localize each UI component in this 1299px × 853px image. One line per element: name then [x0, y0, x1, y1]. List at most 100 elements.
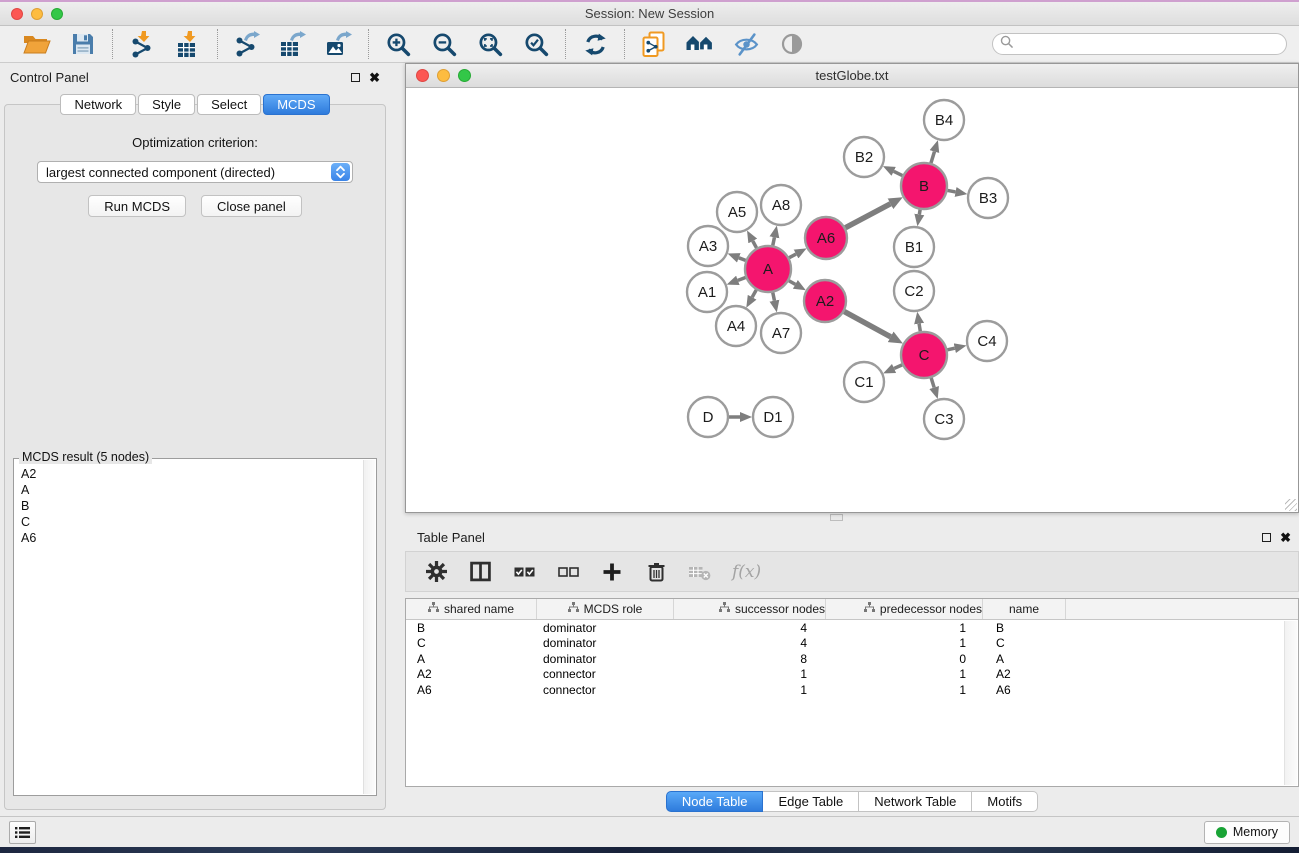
- import-table-icon[interactable]: [173, 29, 203, 59]
- graph-node-A4[interactable]: A4: [716, 306, 756, 346]
- table-cell[interactable]: B: [983, 621, 1066, 635]
- tab-network-table[interactable]: Network Table: [859, 791, 972, 812]
- graph-edge-A-A5[interactable]: [753, 241, 757, 248]
- table-cell[interactable]: B: [406, 621, 537, 635]
- clone-network-icon[interactable]: [639, 29, 669, 59]
- tab-node-table[interactable]: Node Table: [666, 791, 764, 812]
- close-network-window-button[interactable]: [416, 69, 429, 82]
- graph-edge-A-A6[interactable]: [789, 254, 796, 258]
- table-cell[interactable]: 4: [674, 636, 826, 650]
- table-cell[interactable]: A6: [406, 683, 537, 697]
- graph-edge-B-B2[interactable]: [894, 171, 903, 175]
- graph-edge-A-A1[interactable]: [738, 277, 746, 280]
- result-scrollbar[interactable]: [363, 460, 375, 794]
- hide-selected-icon[interactable]: [731, 29, 761, 59]
- close-table-panel-icon[interactable]: ✖: [1280, 533, 1291, 542]
- tab-select[interactable]: Select: [197, 94, 261, 115]
- table-cell[interactable]: 0: [826, 652, 983, 666]
- graph-node-C1[interactable]: C1: [844, 362, 884, 402]
- table-cell[interactable]: A: [983, 652, 1066, 666]
- run-mcds-button[interactable]: Run MCDS: [88, 195, 186, 217]
- column-header-name[interactable]: name: [983, 599, 1066, 619]
- graph-node-A7[interactable]: A7: [761, 313, 801, 353]
- graph-edge-C-C3[interactable]: [931, 378, 934, 388]
- delete-row-icon[interactable]: [644, 560, 668, 584]
- search-box[interactable]: [992, 33, 1287, 55]
- table-cell[interactable]: dominator: [537, 652, 674, 666]
- column-header-predecessor-nodes[interactable]: predecessor nodes: [826, 599, 983, 619]
- table-cell[interactable]: C: [983, 636, 1066, 650]
- float-panel-icon[interactable]: [351, 73, 360, 82]
- graph-node-D[interactable]: D: [688, 397, 728, 437]
- graph-node-C4[interactable]: C4: [967, 321, 1007, 361]
- graph-edge-C-C4[interactable]: [947, 348, 954, 350]
- close-panel-button[interactable]: Close panel: [201, 195, 302, 217]
- graph-edge-B-B3[interactable]: [948, 190, 956, 191]
- window-resize-grip[interactable]: [1285, 499, 1297, 511]
- graph-node-A[interactable]: A: [745, 246, 791, 292]
- zoom-selected-icon[interactable]: [521, 29, 551, 59]
- table-cell[interactable]: 1: [674, 667, 826, 681]
- graph-node-B1[interactable]: B1: [894, 227, 934, 267]
- table-row[interactable]: A2connector11A2: [406, 667, 1298, 683]
- split-grip-horizontal[interactable]: [830, 514, 843, 521]
- graph-node-B2[interactable]: B2: [844, 137, 884, 177]
- close-window-button[interactable]: [11, 8, 23, 20]
- column-header-successor-nodes[interactable]: successor nodes: [674, 599, 826, 619]
- graph-edge-B-B1[interactable]: [919, 210, 920, 215]
- zoom-in-icon[interactable]: [383, 29, 413, 59]
- result-item[interactable]: B: [21, 498, 357, 514]
- minimize-network-window-button[interactable]: [437, 69, 450, 82]
- float-table-panel-icon[interactable]: [1262, 533, 1271, 542]
- table-cell[interactable]: 1: [674, 683, 826, 697]
- table-cell[interactable]: 4: [674, 621, 826, 635]
- graph-node-B[interactable]: B: [901, 163, 947, 209]
- tab-network[interactable]: Network: [60, 94, 136, 115]
- network-canvas[interactable]: AA1A2A3A4A5A6A7A8BB1B2B3B4CC1C2C3C4DD1: [406, 88, 1298, 512]
- graph-node-A8[interactable]: A8: [761, 185, 801, 225]
- graph-edge-A2-C[interactable]: [844, 312, 890, 337]
- graph-edge-A-A8[interactable]: [773, 237, 775, 245]
- table-cell[interactable]: dominator: [537, 636, 674, 650]
- graph-node-D1[interactable]: D1: [753, 397, 793, 437]
- graph-node-B4[interactable]: B4: [924, 100, 964, 140]
- minimize-window-button[interactable]: [31, 8, 43, 20]
- result-item[interactable]: A6: [21, 530, 357, 546]
- graph-edge-A-A4[interactable]: [752, 290, 756, 297]
- graph-node-A2[interactable]: A2: [804, 280, 846, 322]
- table-cell[interactable]: 1: [826, 683, 983, 697]
- result-item[interactable]: A: [21, 482, 357, 498]
- column-header-shared-name[interactable]: shared name: [406, 599, 537, 619]
- graph-node-C[interactable]: C: [901, 332, 947, 378]
- apply-layout-icon[interactable]: [580, 29, 610, 59]
- search-input[interactable]: [1018, 36, 1279, 52]
- graph-node-A1[interactable]: A1: [687, 272, 727, 312]
- export-image-icon[interactable]: [324, 29, 354, 59]
- graph-node-C3[interactable]: C3: [924, 399, 964, 439]
- graph-edge-A-A2[interactable]: [789, 281, 795, 285]
- column-header-MCDS-role[interactable]: MCDS role: [537, 599, 674, 619]
- zoom-out-icon[interactable]: [429, 29, 459, 59]
- graph-edge-B-B4[interactable]: [931, 152, 934, 163]
- import-network-icon[interactable]: [127, 29, 157, 59]
- result-item[interactable]: A2: [21, 466, 357, 482]
- select-all-checkboxes-icon[interactable]: [512, 560, 536, 584]
- table-cell[interactable]: 1: [826, 636, 983, 650]
- graph-edge-A-A3[interactable]: [739, 258, 746, 261]
- table-row[interactable]: Adominator80A: [406, 651, 1298, 667]
- table-cell[interactable]: A6: [983, 683, 1066, 697]
- deselect-all-checkboxes-icon[interactable]: [556, 560, 580, 584]
- tab-edge-table[interactable]: Edge Table: [763, 791, 859, 812]
- graph-node-A6[interactable]: A6: [805, 217, 847, 259]
- table-cell[interactable]: C: [406, 636, 537, 650]
- table-row[interactable]: Bdominator41B: [406, 620, 1298, 636]
- table-cell[interactable]: A2: [406, 667, 537, 681]
- save-session-icon[interactable]: [68, 29, 98, 59]
- graph-edge-C-C2[interactable]: [919, 324, 920, 332]
- add-row-icon[interactable]: [600, 560, 624, 584]
- table-cell[interactable]: connector: [537, 683, 674, 697]
- result-item[interactable]: C: [21, 514, 357, 530]
- close-panel-icon[interactable]: ✖: [369, 73, 380, 82]
- table-cell[interactable]: connector: [537, 667, 674, 681]
- show-all-icon[interactable]: [685, 29, 715, 59]
